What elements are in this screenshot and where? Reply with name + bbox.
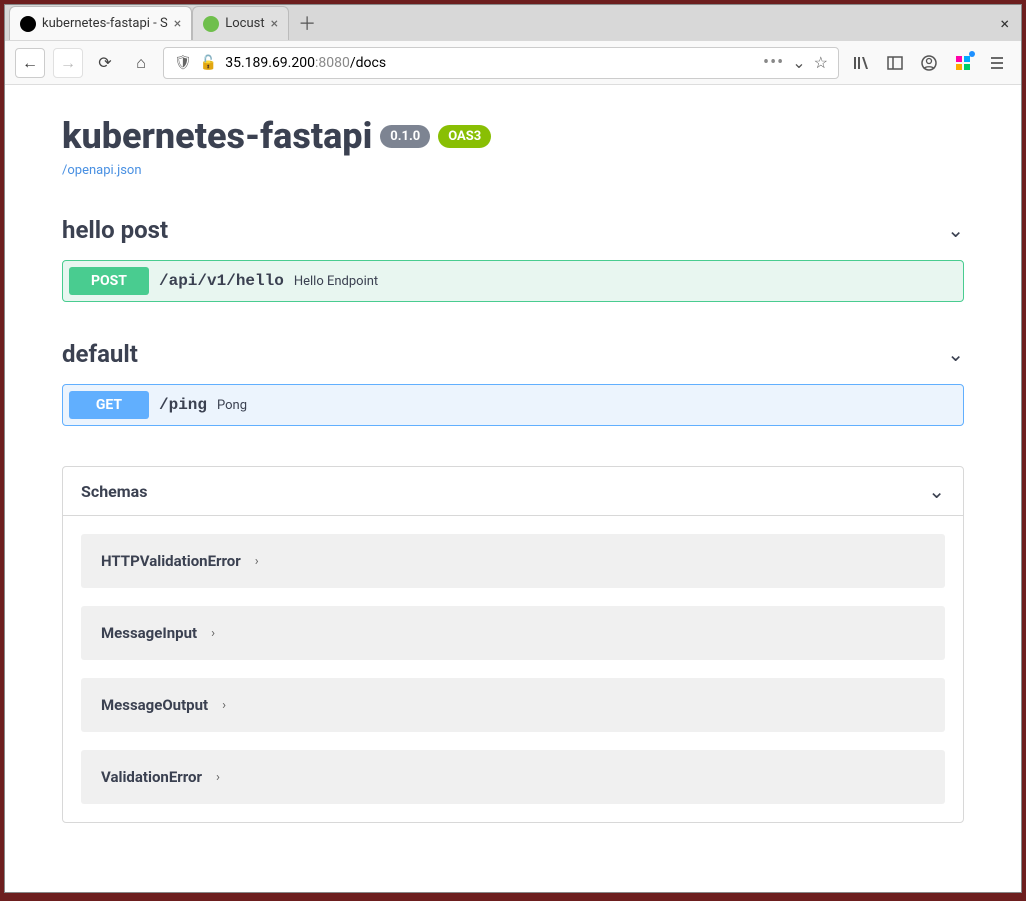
new-tab-button[interactable]: ＋ xyxy=(293,9,321,37)
api-title: kubernetes-fastapi xyxy=(62,115,372,157)
tab-label: Locust xyxy=(225,16,264,31)
operation-path: /ping xyxy=(159,396,207,414)
operation-path: /api/v1/hello xyxy=(159,272,284,290)
tag-name: hello post xyxy=(62,216,168,244)
schema-item[interactable]: MessageInput › xyxy=(81,606,945,660)
url-host: 35.189.69.200 xyxy=(225,55,315,71)
chevron-right-icon: › xyxy=(216,770,220,785)
close-tab-icon[interactable]: × xyxy=(271,16,278,32)
home-button[interactable]: ⌂ xyxy=(127,49,155,77)
swagger-ui: kubernetes-fastapi 0.1.0 OAS3 /openapi.j… xyxy=(32,115,994,823)
reload-button[interactable]: ⟳ xyxy=(91,49,119,77)
shield-icon[interactable]: 🛡 xyxy=(174,55,192,71)
schema-name: MessageOutput xyxy=(101,696,208,714)
operation-get-ping[interactable]: GET /ping Pong xyxy=(62,384,964,426)
version-badge: 0.1.0 xyxy=(380,125,430,148)
tab-kubernetes-fastapi[interactable]: kubernetes-fastapi - S × xyxy=(9,6,192,40)
tag-header[interactable]: hello post ⌄ xyxy=(62,216,964,252)
url-port: :8080 xyxy=(315,55,350,71)
operation-summary: Hello Endpoint xyxy=(294,274,378,289)
window-close-button[interactable]: × xyxy=(992,14,1017,33)
chevron-right-icon: › xyxy=(222,698,226,713)
schema-name: MessageInput xyxy=(101,624,197,642)
openapi-json-link[interactable]: /openapi.json xyxy=(62,163,964,178)
back-button[interactable]: ← xyxy=(15,48,45,78)
operation-summary: Pong xyxy=(217,398,247,413)
schema-item[interactable]: HTTPValidationError › xyxy=(81,534,945,588)
url-text: 35.189.69.200:8080/docs xyxy=(225,55,755,71)
operation-post-hello[interactable]: POST /api/v1/hello Hello Endpoint xyxy=(62,260,964,302)
method-badge: GET xyxy=(69,391,149,419)
page-actions-icon[interactable]: ••• xyxy=(763,52,784,73)
bookmark-star-icon[interactable]: ☆ xyxy=(814,53,828,72)
insecure-lock-icon[interactable]: 🔓 xyxy=(200,55,217,71)
chevron-right-icon: › xyxy=(255,554,259,569)
chevron-right-icon: › xyxy=(211,626,215,641)
sidebar-icon[interactable] xyxy=(881,49,909,77)
oas-badge: OAS3 xyxy=(438,125,491,148)
schema-item[interactable]: ValidationError › xyxy=(81,750,945,804)
chevron-down-icon: ⌄ xyxy=(928,479,945,503)
extension-icon[interactable] xyxy=(949,49,977,77)
schema-name: ValidationError xyxy=(101,768,202,786)
title-row: kubernetes-fastapi 0.1.0 OAS3 xyxy=(62,115,964,157)
menu-icon[interactable] xyxy=(983,49,1011,77)
account-icon[interactable] xyxy=(915,49,943,77)
tag-name: default xyxy=(62,340,138,368)
forward-button[interactable]: → xyxy=(53,48,83,78)
method-badge: POST xyxy=(69,267,149,295)
library-icon[interactable] xyxy=(847,49,875,77)
chevron-down-icon: ⌄ xyxy=(947,218,964,242)
pocket-icon[interactable]: ⌄ xyxy=(792,53,805,72)
tab-favicon xyxy=(203,16,219,32)
toolbar: ← → ⟳ ⌂ 🛡 🔓 35.189.69.200:8080/docs ••• … xyxy=(5,41,1021,85)
close-tab-icon[interactable]: × xyxy=(174,16,181,32)
schema-item[interactable]: MessageOutput › xyxy=(81,678,945,732)
schemas-section: Schemas ⌄ HTTPValidationError › MessageI… xyxy=(62,466,964,823)
schemas-title: Schemas xyxy=(81,482,147,501)
chevron-down-icon: ⌄ xyxy=(947,342,964,366)
notification-dot-icon xyxy=(969,51,975,57)
tab-locust[interactable]: Locust × xyxy=(192,6,289,40)
tag-header[interactable]: default ⌄ xyxy=(62,340,964,376)
tag-section-default: default ⌄ GET /ping Pong xyxy=(62,340,964,426)
page-content: kubernetes-fastapi 0.1.0 OAS3 /openapi.j… xyxy=(5,85,1021,892)
tab-label: kubernetes-fastapi - S xyxy=(42,16,168,31)
schemas-body: HTTPValidationError › MessageInput › Mes… xyxy=(63,516,963,822)
url-bar[interactable]: 🛡 🔓 35.189.69.200:8080/docs ••• ⌄ ☆ xyxy=(163,47,839,79)
tab-favicon xyxy=(20,16,36,32)
browser-window: kubernetes-fastapi - S × Locust × ＋ × ← … xyxy=(4,4,1022,893)
tag-section-hello-post: hello post ⌄ POST /api/v1/hello Hello En… xyxy=(62,216,964,302)
schemas-header[interactable]: Schemas ⌄ xyxy=(63,467,963,516)
tab-bar: kubernetes-fastapi - S × Locust × ＋ × xyxy=(5,5,1021,41)
url-path: /docs xyxy=(350,55,386,71)
schema-name: HTTPValidationError xyxy=(101,552,241,570)
